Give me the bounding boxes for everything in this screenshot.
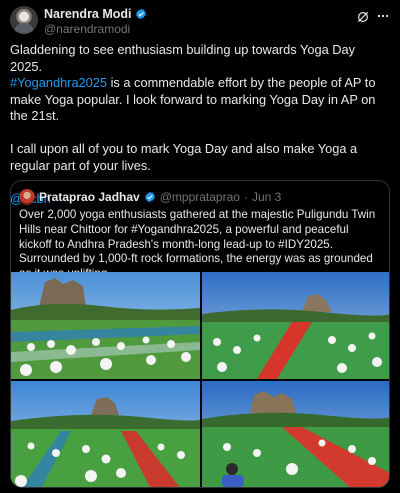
post-paragraph-1: Gladdening to see enthusiasm building up… <box>10 42 390 125</box>
yoga-photo-1[interactable] <box>11 272 200 379</box>
quoted-post-date: Jun 3 <box>251 190 282 204</box>
post-paragraph-2: I call upon all of you to mark Yoga Day … <box>10 141 358 173</box>
hashtag-link[interactable]: #Yogandhra2025 <box>10 75 107 90</box>
date-separator: · <box>243 190 248 204</box>
media-grid <box>11 272 389 487</box>
author-info: Narendra Modi @narendramodi <box>44 7 147 36</box>
quoted-author-avatar <box>19 189 35 205</box>
quoted-post[interactable]: Prataprao Jadhav @mpprataprao · Jun 3 Ov… <box>10 180 390 488</box>
verified-badge-icon <box>135 8 146 20</box>
more-icon[interactable] <box>376 9 390 23</box>
quoted-post-text: Over 2,000 yoga enthusiasts gathered at … <box>19 208 376 280</box>
grok-icon[interactable] <box>356 10 370 24</box>
yoga-photo-2[interactable] <box>202 272 389 379</box>
author-handle[interactable]: @narendramodi <box>44 22 147 36</box>
post-header: Narendra Modi @narendramodi <box>10 6 390 36</box>
quoted-post-header: Prataprao Jadhav @mpprataprao · Jun 3 <box>19 189 281 205</box>
author-avatar[interactable] <box>10 6 38 34</box>
verified-badge-icon <box>144 191 155 203</box>
yoga-photo-4[interactable] <box>202 381 389 487</box>
author-display-name[interactable]: Narendra Modi <box>44 7 132 21</box>
yoga-photo-3[interactable] <box>11 381 200 487</box>
post-text-segment: Gladdening to see enthusiasm building up… <box>10 42 356 74</box>
quoted-author-name: Prataprao Jadhav <box>39 190 140 204</box>
quoted-author-handle: @mpprataprao <box>159 190 240 204</box>
